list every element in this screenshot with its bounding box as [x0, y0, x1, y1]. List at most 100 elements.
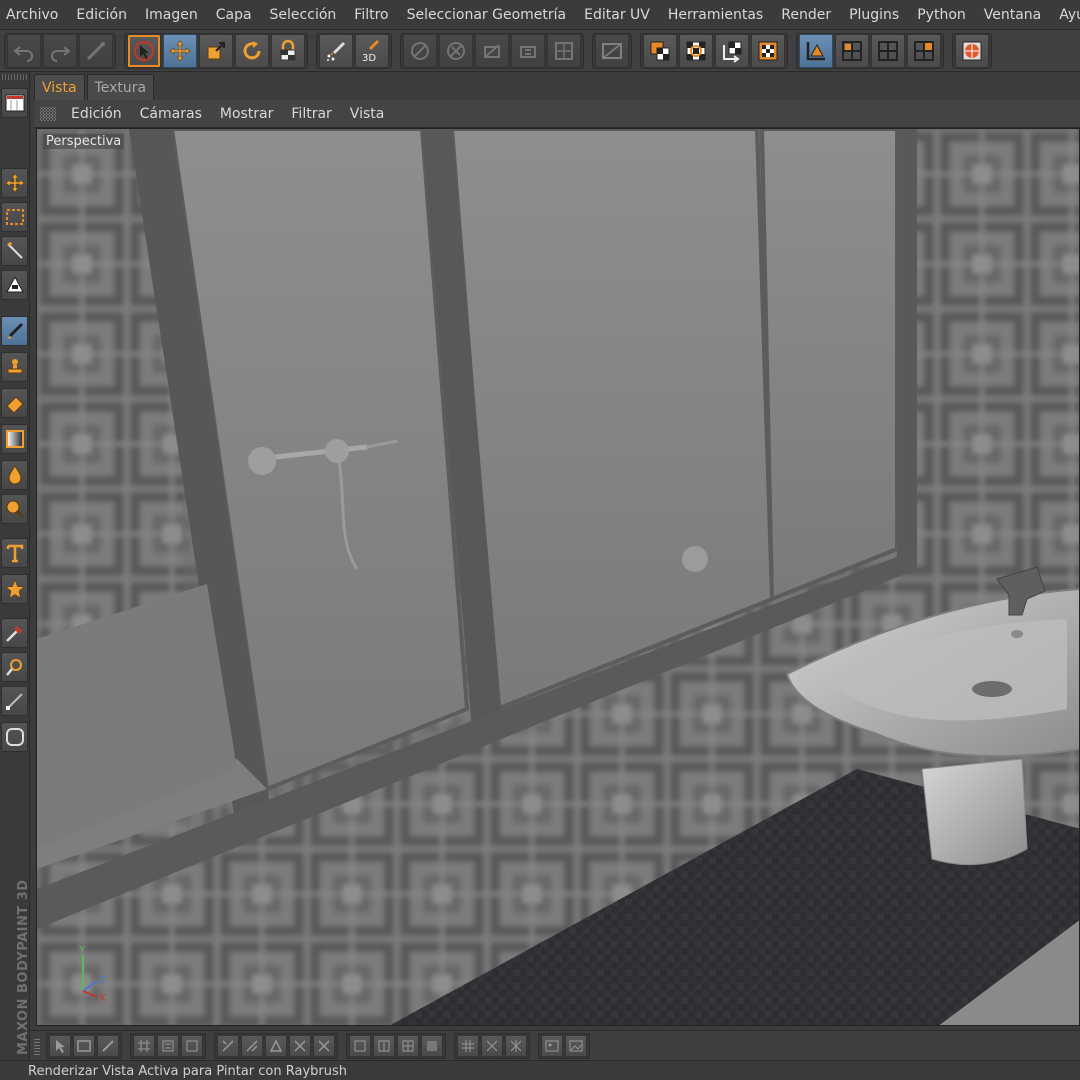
bottom-button-17[interactable]: [481, 1034, 503, 1057]
bottom-button-19[interactable]: [541, 1034, 563, 1057]
bottom-button-3[interactable]: [97, 1034, 119, 1057]
checker-icon: [758, 41, 778, 60]
menu-plugins[interactable]: Plugins: [840, 0, 908, 29]
bottom-button-18[interactable]: [505, 1034, 527, 1057]
tab-vista[interactable]: Vista: [34, 74, 85, 100]
scale-tool-button[interactable]: [199, 33, 233, 68]
zoom-view-button[interactable]: [1, 652, 28, 682]
uv-edge-small-icon: [246, 1039, 258, 1052]
polygon-select-button[interactable]: [1, 270, 28, 300]
menu-editar-uv[interactable]: Editar UV: [575, 0, 659, 29]
viewport-menu-mostrar[interactable]: Mostrar: [211, 100, 283, 128]
viewport-menu-camaras[interactable]: Cámaras: [131, 100, 211, 128]
move-tool-side-button[interactable]: [1, 168, 28, 198]
frame-icon: [354, 1040, 366, 1051]
menu-seleccionar-geometria[interactable]: Seleccionar Geometría: [398, 0, 576, 29]
bottom-button-7[interactable]: [217, 1034, 239, 1057]
magic-wand-icon: [6, 242, 23, 259]
bottom-button-15[interactable]: [421, 1034, 443, 1057]
clone-stamp-button[interactable]: [1, 352, 28, 382]
menu-herramientas[interactable]: Herramientas: [659, 0, 772, 29]
lock-texture-button[interactable]: [271, 33, 305, 68]
view-quad-button[interactable]: [871, 33, 905, 68]
menu-imagen[interactable]: Imagen: [136, 0, 207, 29]
layer-alpha-button[interactable]: [679, 33, 713, 68]
bottom-button-12[interactable]: [349, 1034, 371, 1057]
rotate-tool-button[interactable]: [235, 33, 269, 68]
viewport-menu-edicion[interactable]: Edición: [62, 100, 131, 128]
bottom-button-8[interactable]: [241, 1034, 263, 1057]
bottom-button-16[interactable]: [457, 1034, 479, 1057]
viewport-menu-vista[interactable]: Vista: [341, 100, 394, 128]
eraser-button[interactable]: [1, 388, 28, 418]
line-tool-button[interactable]: [1, 686, 28, 716]
star-shape-button[interactable]: [1, 574, 28, 604]
menu-archivo[interactable]: Archivo: [0, 0, 67, 29]
bottom-toolbar-grip[interactable]: [34, 1036, 40, 1055]
bottom-button-2[interactable]: [73, 1034, 95, 1057]
view-single-button[interactable]: [835, 33, 869, 68]
axis-x-label: X: [99, 993, 106, 1001]
menu-edicion[interactable]: Edición: [67, 0, 136, 29]
view-grid-button[interactable]: [907, 33, 941, 68]
bottom-button-9[interactable]: [265, 1034, 287, 1057]
checker-button[interactable]: [751, 33, 785, 68]
bottom-button-11[interactable]: [313, 1034, 335, 1057]
paint-3d-button[interactable]: 3D: [355, 33, 389, 68]
bottom-button-20[interactable]: [565, 1034, 587, 1057]
uv-options-icon: [520, 45, 536, 58]
axis-y-label: Y: [78, 945, 86, 956]
brush-edit-button[interactable]: [79, 33, 113, 68]
layer-show-button[interactable]: [643, 33, 677, 68]
bottom-button-6[interactable]: [181, 1034, 203, 1057]
uv-small-icon: [222, 1039, 234, 1052]
tab-textura[interactable]: Textura: [86, 74, 155, 100]
palette-grip[interactable]: [2, 74, 28, 80]
layout-button[interactable]: [1, 88, 28, 118]
uv-edges-button[interactable]: [439, 33, 473, 68]
bottom-button-1[interactable]: [49, 1034, 71, 1057]
menu-ayuda[interactable]: Ayuda: [1050, 0, 1080, 29]
eyedropper-button[interactable]: [1, 618, 28, 648]
layer-projection-button[interactable]: [715, 33, 749, 68]
pointer-icon: [56, 1039, 65, 1053]
viewport-grip-icon[interactable]: [40, 106, 56, 121]
undo-button[interactable]: [7, 33, 41, 68]
menu-seleccion[interactable]: Selección: [261, 0, 346, 29]
move-tool-button[interactable]: [163, 33, 197, 68]
bottom-button-14[interactable]: [397, 1034, 419, 1057]
gradient-button[interactable]: [1, 424, 28, 454]
menu-capa[interactable]: Capa: [207, 0, 261, 29]
redo-button[interactable]: [43, 33, 77, 68]
uv-grid-button[interactable]: [547, 33, 581, 68]
circle-tool-button[interactable]: [1, 722, 28, 752]
frame-grid-icon: [402, 1040, 414, 1051]
menu-render[interactable]: Render: [772, 0, 840, 29]
uv-polygons-button[interactable]: [475, 33, 509, 68]
menu-python[interactable]: Python: [908, 0, 975, 29]
render-button[interactable]: [955, 33, 989, 68]
magnify-button[interactable]: [1, 494, 28, 524]
gradient-icon: [5, 430, 24, 448]
text-tool-button[interactable]: [1, 538, 28, 568]
rect-select-button[interactable]: [1, 202, 28, 232]
viewport-menu-filtrar[interactable]: Filtrar: [282, 100, 340, 128]
menu-ventana[interactable]: Ventana: [975, 0, 1051, 29]
brush-tool-button[interactable]: [1, 316, 28, 346]
magic-wand-button[interactable]: [1, 236, 28, 266]
axis-mode-button[interactable]: [799, 33, 833, 68]
bottom-button-13[interactable]: [373, 1034, 395, 1057]
select-tool-button[interactable]: [127, 33, 161, 68]
drop-button[interactable]: [1, 460, 28, 490]
texture-view-button[interactable]: [595, 33, 629, 68]
paint-spray-button[interactable]: [319, 33, 353, 68]
menu-filtro[interactable]: Filtro: [345, 0, 397, 29]
viewport-camera-label[interactable]: Perspectiva: [43, 134, 125, 149]
uv-points-button[interactable]: [403, 33, 437, 68]
bottom-button-5[interactable]: [157, 1034, 179, 1057]
bottom-button-10[interactable]: [289, 1034, 311, 1057]
paint-3d-icon: 3D: [362, 39, 380, 63]
3d-viewport[interactable]: Perspectiva Y Z X: [36, 128, 1080, 1026]
bottom-button-4[interactable]: [133, 1034, 155, 1057]
uv-options-button[interactable]: [511, 33, 545, 68]
